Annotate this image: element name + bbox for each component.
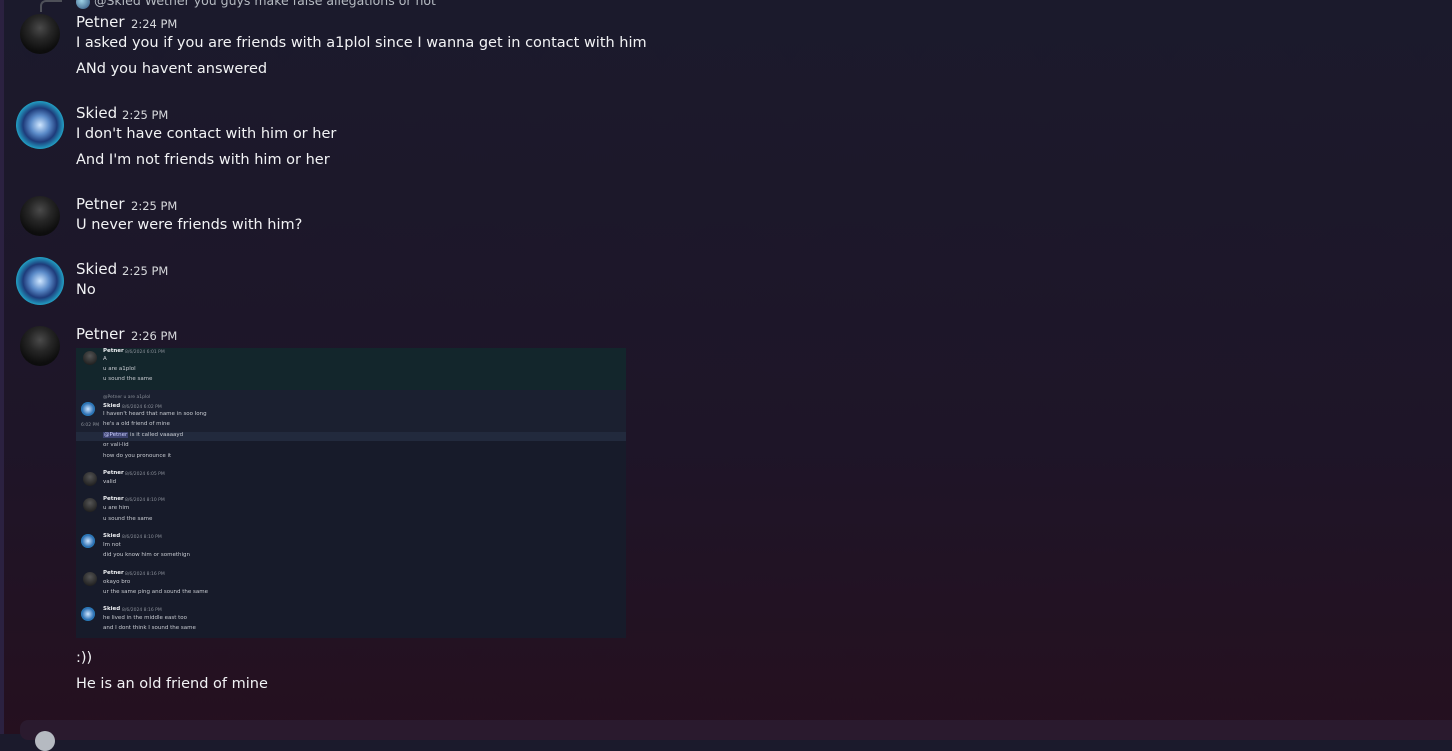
- reply-text: @Skied Wether you guys make false allega…: [94, 0, 436, 8]
- message-text: U never were friends with him?: [76, 217, 303, 233]
- left-edge: [0, 0, 4, 734]
- embed-avatar: [83, 472, 97, 486]
- embed-username: Petner: [103, 570, 124, 576]
- message-composer[interactable]: [20, 720, 1452, 751]
- message-text: I don't have contact with him or her: [76, 126, 337, 142]
- embed-text: okayo bro: [103, 579, 131, 585]
- embed-username: Skied: [103, 606, 121, 612]
- message-text: :)): [76, 650, 93, 666]
- embed-avatar: [81, 607, 95, 621]
- embed-username: Petner: [103, 348, 124, 354]
- embed-timestamp: 8/6/2024 8:10 PM: [122, 535, 162, 540]
- reply-avatar-icon: [76, 0, 90, 9]
- avatar-skied[interactable]: [16, 257, 64, 305]
- embed-text: he's a old friend of mine: [103, 421, 170, 427]
- embed-text: Im not: [103, 542, 121, 548]
- embed-text: how do you pronounce it: [103, 453, 172, 459]
- embed-timestamp: 8/6/2024 8:16 PM: [122, 608, 162, 613]
- message-text: He is an old friend of mine: [76, 676, 268, 692]
- embed-text-rest: is it called vaaaayd: [130, 432, 184, 438]
- embed-text: he lived in the middle east too: [103, 615, 188, 621]
- embed-text: did you know him or somethign: [103, 552, 191, 558]
- embed-timestamp: 8/6/2024 6:02 PM: [122, 405, 162, 410]
- username[interactable]: Petner: [76, 325, 125, 343]
- message-text: And I'm not friends with him or her: [76, 152, 330, 168]
- embed-username: Petner: [103, 470, 124, 476]
- embed-text: valid: [103, 479, 117, 485]
- embed-timestamp: 8/6/2024 8:16 PM: [125, 572, 165, 577]
- timestamp: 2:25 PM: [122, 264, 169, 278]
- reply-connector: [40, 0, 62, 12]
- timestamp: 2:25 PM: [131, 199, 178, 213]
- embed-side-time: 6:02 PM: [81, 423, 100, 428]
- reply-reference[interactable]: @Skied Wether you guys make false allega…: [76, 0, 436, 9]
- embed-mention: @Petner: [103, 432, 129, 438]
- embed-username: Skied: [103, 533, 121, 539]
- embed-text: I haven't heard that name in soo long: [103, 411, 207, 417]
- username[interactable]: Skied: [76, 260, 117, 278]
- embed-avatar: [83, 572, 97, 586]
- embed-text: u sound the same: [103, 516, 153, 522]
- embed-text: u sound the same: [103, 376, 153, 382]
- embed-text: @Petner is it called vaaaayd: [103, 432, 183, 439]
- message-text: ANd you havent answered: [76, 61, 268, 77]
- message-text: No: [76, 282, 96, 298]
- embed-reply-ref: @Petner u are a1plol: [103, 395, 151, 400]
- embed-username: Skied: [103, 403, 121, 409]
- embed-timestamp: 8/6/2024 6:05 PM: [125, 472, 165, 477]
- avatar-petner[interactable]: [20, 196, 60, 236]
- message-text: I asked you if you are friends with a1pl…: [76, 35, 647, 51]
- timestamp: 2:26 PM: [131, 329, 178, 343]
- add-attachment-icon[interactable]: [35, 731, 55, 751]
- embed-username: Petner: [103, 496, 124, 502]
- timestamp: 2:24 PM: [131, 17, 178, 31]
- embed-timestamp: 8/6/2024 8:10 PM: [125, 498, 165, 503]
- attached-screenshot[interactable]: Petner 8/6/2024 6:01 PM A u are a1plol u…: [76, 348, 626, 638]
- embed-text: ur the same ping and sound the same: [103, 589, 209, 595]
- username[interactable]: Petner: [76, 195, 125, 213]
- embed-avatar: [81, 402, 95, 416]
- embed-avatar: [81, 534, 95, 548]
- embed-text: and I dont think I sound the same: [103, 625, 196, 631]
- embed-avatar: [83, 351, 97, 365]
- embed-text: u are a1plol: [103, 366, 136, 372]
- username[interactable]: Skied: [76, 104, 117, 122]
- timestamp: 2:25 PM: [122, 108, 169, 122]
- avatar-petner[interactable]: [20, 14, 60, 54]
- embed-avatar: [83, 498, 97, 512]
- avatar-skied[interactable]: [16, 101, 64, 149]
- embed-text: or vali-lid: [103, 442, 129, 448]
- username[interactable]: Petner: [76, 13, 125, 31]
- embed-text: u are him: [103, 505, 130, 511]
- embed-text: A: [103, 356, 107, 362]
- embed-timestamp: 8/6/2024 6:01 PM: [125, 350, 165, 355]
- avatar-petner[interactable]: [20, 326, 60, 366]
